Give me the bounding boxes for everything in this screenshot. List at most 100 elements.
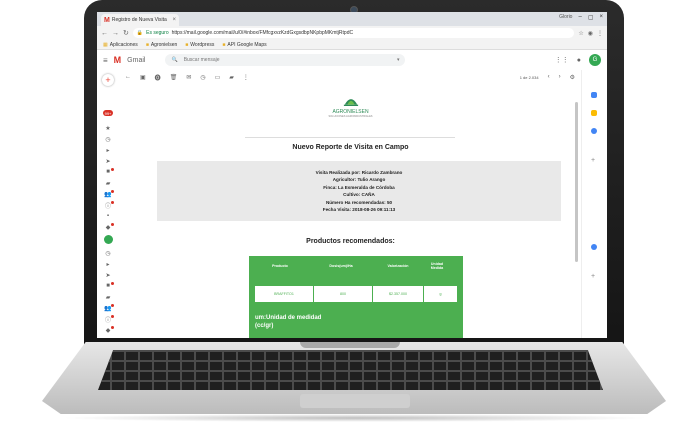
snoozed-icon[interactable]: ◷: [105, 136, 111, 143]
divider: [245, 137, 455, 138]
laptop-mockup: M Registro de Nueva Visita × Glorio – ▢ …: [0, 0, 700, 426]
important-icon[interactable]: ▸: [105, 261, 111, 268]
profile-name[interactable]: Glorio: [559, 14, 572, 21]
gmail-brand: Gmail: [127, 56, 146, 64]
compose-button[interactable]: +: [102, 74, 114, 86]
header-actions: ⋮⋮ ● G: [555, 54, 601, 66]
table-cell: BRAFFITO1: [255, 286, 313, 302]
labels-icon[interactable]: ▰: [229, 74, 234, 81]
apps-icon: ▦: [103, 41, 108, 48]
visit-date: Fecha Visita: 2018-08-26 09:11:13: [322, 207, 396, 213]
keep-icon[interactable]: [591, 110, 597, 116]
close-window-icon[interactable]: ×: [599, 14, 603, 21]
starred-icon[interactable]: ★: [105, 125, 111, 132]
url-field[interactable]: 🔒 Es seguro https://mail.google.com/mail…: [132, 28, 575, 38]
promotions-icon[interactable]: ◆: [105, 326, 114, 334]
move-to-icon[interactable]: ▭: [215, 74, 221, 81]
keyboard-rows: [98, 350, 603, 390]
gmail-favicon-icon: M: [104, 16, 110, 24]
mark-unread-icon[interactable]: ✉: [186, 74, 191, 81]
info-icon[interactable]: ⓘ: [105, 315, 114, 324]
archive-icon[interactable]: ▣: [140, 74, 146, 81]
add-addon-icon[interactable]: +: [591, 157, 597, 164]
settings-gear-icon[interactable]: ⚙: [570, 74, 575, 81]
hangouts-avatar[interactable]: [104, 235, 113, 244]
address-bar-row: ← → ↻ 🔒 Es seguro https://mail.google.co…: [97, 26, 607, 40]
hectares-count: Número Ha recomendadas: 50: [325, 199, 393, 205]
reload-icon[interactable]: ↻: [123, 29, 129, 37]
calendar-icon[interactable]: [591, 92, 597, 98]
tasks-icon[interactable]: [591, 128, 597, 134]
column-header: Producto: [272, 264, 288, 268]
social-icon[interactable]: 👥: [104, 304, 114, 312]
forums-icon[interactable]: ▪: [105, 213, 111, 219]
table-cell: $2.357.000: [373, 286, 423, 302]
browser-tab-bar: M Registro de Nueva Visita × Glorio – ▢ …: [97, 12, 607, 26]
delete-icon[interactable]: 🗑: [170, 74, 178, 81]
farm-name: Finca: La Esmeralda de Córdoba: [323, 184, 395, 190]
extension-icon[interactable]: ◉: [588, 30, 593, 37]
drafts-icon[interactable]: ■: [105, 282, 114, 289]
visit-author: Visita Realizada por: Ricardo Zambrano: [315, 169, 403, 175]
left-sidebar: + 99+ ★ ◷ ▸ ➤ ■ ▰ 👥 ⓘ ▪ ◆ ◷ ▸ ➤ ■ ▰ 👥 ⓘ …: [97, 70, 119, 338]
more-options-icon[interactable]: ⋮: [597, 30, 603, 37]
table-header: Producto Dosis(um)/Ha Valorización Unida…: [249, 262, 463, 270]
column-header: Unidad Medida: [430, 262, 444, 270]
report-spam-icon[interactable]: ⓿: [155, 73, 161, 82]
bookmark-wordpress[interactable]: ■ Wordpress: [185, 42, 214, 48]
folder-icon: ■: [145, 41, 149, 48]
bookmark-apps[interactable]: ▦ Aplicaciones: [103, 42, 138, 48]
browser-tab[interactable]: M Registro de Nueva Visita ×: [101, 14, 179, 26]
bookmark-agronielsen[interactable]: ■ Agronielsen: [146, 42, 177, 48]
next-icon[interactable]: ›: [559, 74, 561, 80]
snoozed-icon[interactable]: ◷: [105, 250, 111, 257]
back-to-inbox-icon[interactable]: ←: [125, 74, 131, 80]
minimize-icon[interactable]: –: [578, 14, 581, 21]
lock-icon: 🔒: [136, 30, 144, 36]
maximize-icon[interactable]: ▢: [588, 14, 594, 21]
search-options-icon[interactable]: ▾: [397, 57, 400, 63]
inbox-count-badge: 99+: [103, 110, 113, 116]
apps-grid-icon[interactable]: ⋮⋮: [555, 56, 569, 64]
folder-icon: ■: [185, 41, 189, 48]
message-toolbar: ← ▣ ⓿ 🗑 ✉ ◷ ▭ ▰ ⋮ 1 de 2.034 ‹ › ⚙: [119, 70, 581, 84]
sent-icon[interactable]: ➤: [105, 272, 111, 279]
email-body: AGRONIELSEN SOLUCIONES AGROINDUSTRIALES …: [127, 92, 574, 338]
search-input[interactable]: 🔍 Buscar mensaje ▾: [165, 54, 406, 66]
notifications-icon[interactable]: ●: [577, 57, 581, 64]
snooze-icon[interactable]: ◷: [200, 74, 205, 81]
tasks-icon[interactable]: [591, 244, 597, 250]
bookmark-google-maps[interactable]: ■ API Google Maps: [222, 42, 266, 48]
more-actions-icon[interactable]: ⋮: [243, 74, 249, 81]
bookmark-star-icon[interactable]: ☆: [578, 30, 583, 37]
label-icon[interactable]: ▰: [105, 180, 111, 187]
bookmarks-bar: ▦ Aplicaciones ■ Agronielsen ■ Wordpress ■ A…: [97, 40, 607, 50]
previous-icon[interactable]: ‹: [548, 74, 550, 80]
agronielsen-logo-icon: [343, 99, 358, 106]
search-icon[interactable]: 🔍: [171, 57, 177, 63]
add-addon-icon[interactable]: +: [591, 273, 597, 280]
crop-name: Cultivo: CAÑA: [343, 192, 375, 198]
info-icon[interactable]: ⓘ: [105, 201, 114, 210]
folder-icon: ■: [222, 41, 226, 48]
social-icon[interactable]: 👥: [104, 190, 114, 198]
promotions-icon[interactable]: ◆: [105, 223, 114, 231]
forward-icon[interactable]: →: [112, 30, 119, 37]
table-cell: g: [424, 286, 457, 302]
logo-tagline: SOLUCIONES AGROINDUSTRIALES: [328, 115, 373, 118]
sent-icon[interactable]: ➤: [105, 158, 111, 165]
main-menu-icon[interactable]: ≡: [103, 56, 108, 65]
important-icon[interactable]: ▸: [105, 147, 111, 154]
touchpad: [300, 394, 410, 408]
back-icon[interactable]: ←: [101, 30, 108, 37]
laptop-screen: M Registro de Nueva Visita × Glorio – ▢ …: [97, 12, 607, 338]
label-icon[interactable]: ▰: [105, 294, 111, 301]
gmail-logo-icon[interactable]: M: [114, 55, 122, 65]
account-avatar[interactable]: G: [589, 54, 601, 66]
laptop-shadow: [60, 414, 650, 422]
company-logo: AGRONIELSEN SOLUCIONES AGROINDUSTRIALES: [127, 92, 574, 132]
scrollbar[interactable]: [575, 102, 578, 262]
close-tab-icon[interactable]: ×: [172, 17, 176, 23]
tab-title: Registro de Nueva Visita: [111, 17, 167, 23]
drafts-icon[interactable]: ■: [105, 168, 114, 175]
